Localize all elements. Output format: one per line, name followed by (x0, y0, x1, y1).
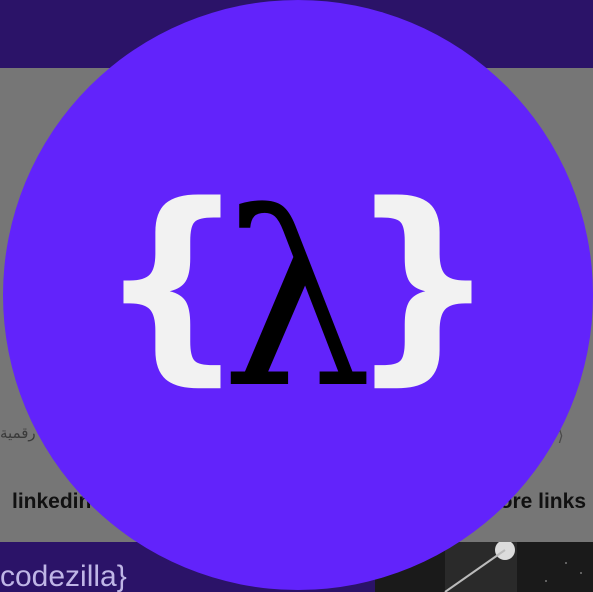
lambda-logo: { λ } (97, 159, 498, 441)
profile-photo-viewer: رقمية ا ⟩ linkedin more links codezilla}… (0, 0, 593, 592)
right-brace-icon: } (348, 159, 498, 404)
